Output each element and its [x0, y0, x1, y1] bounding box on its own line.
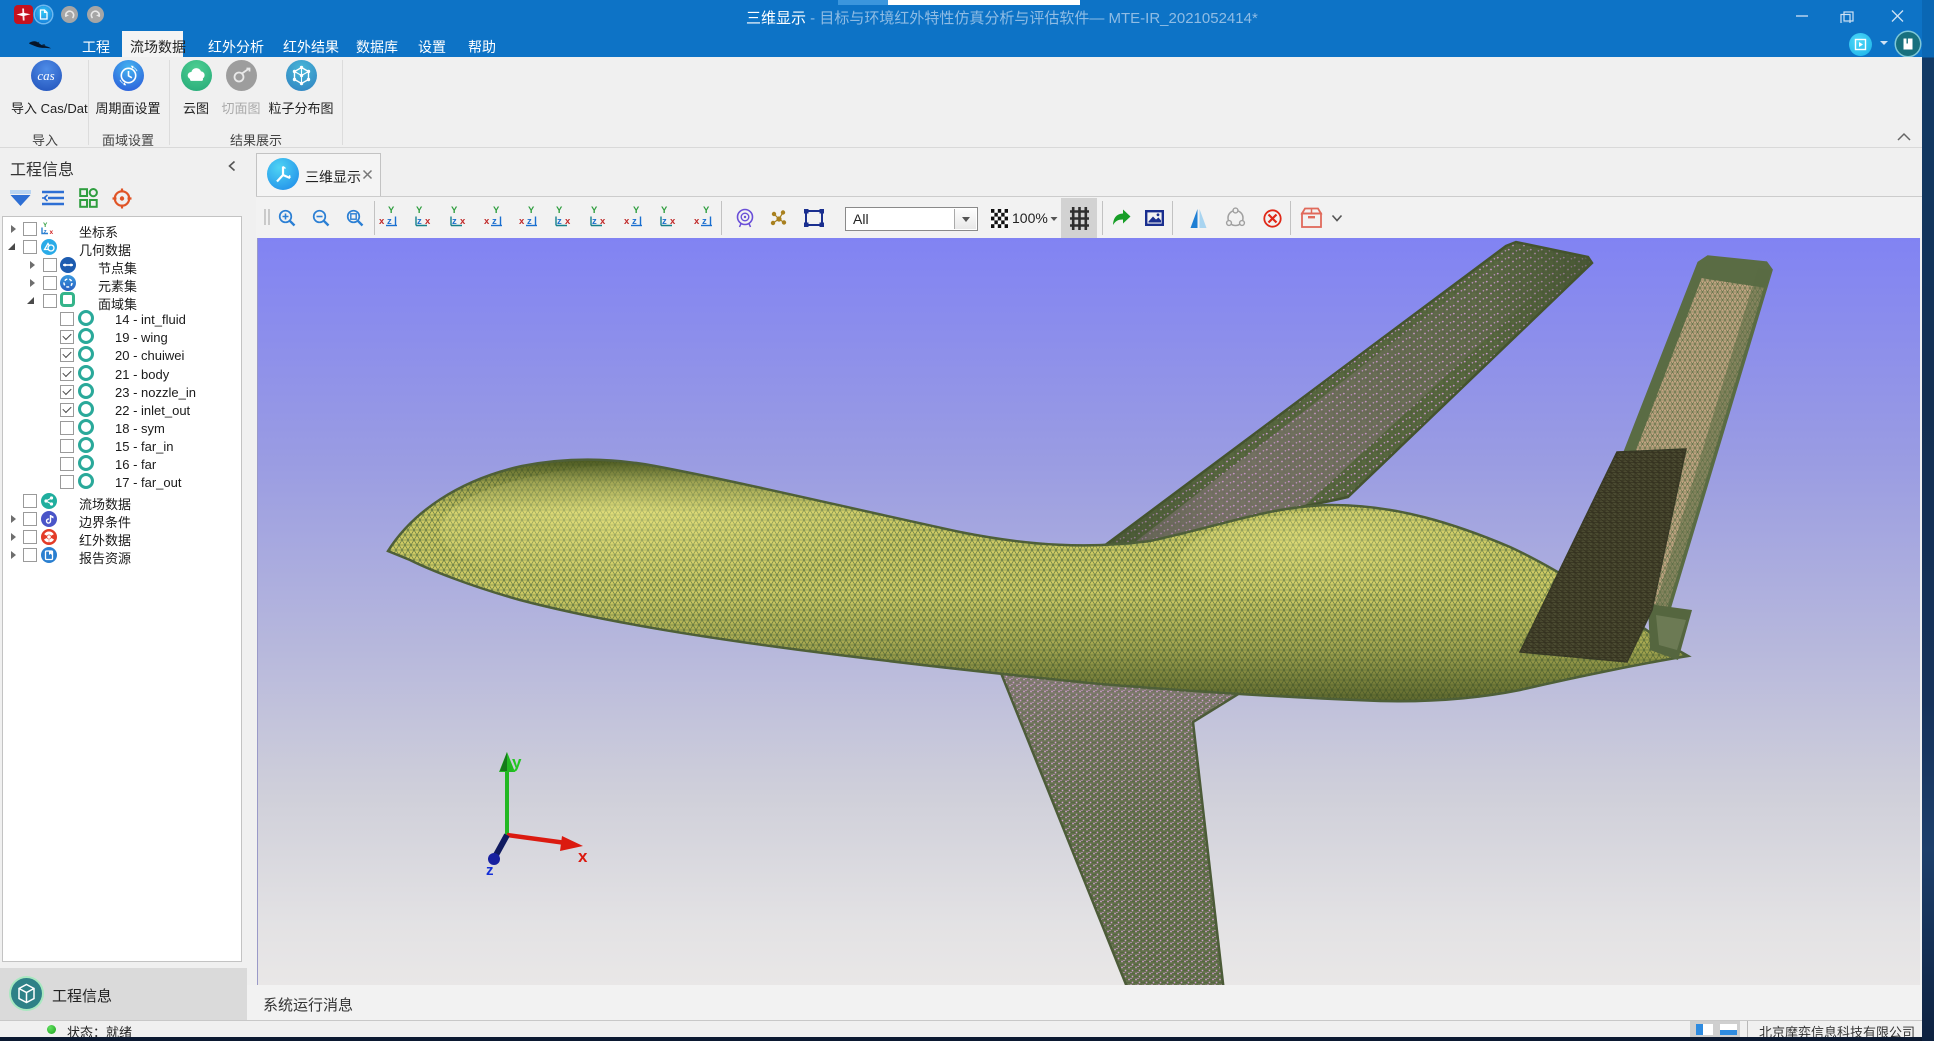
svg-text:x: x [578, 847, 588, 866]
svg-text:y: y [512, 753, 522, 772]
svg-text:z: z [44, 229, 48, 236]
svg-text:x: x [50, 229, 54, 236]
svg-text:z: z [486, 862, 494, 879]
